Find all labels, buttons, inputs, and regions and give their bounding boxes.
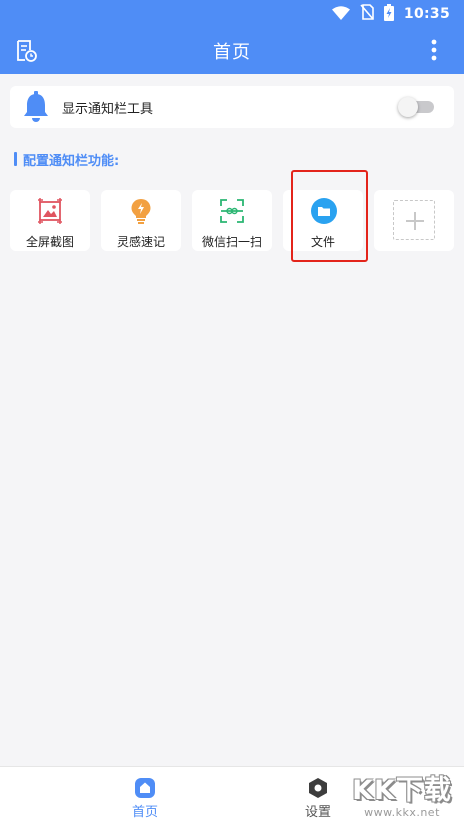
watermark-main: KK下载	[352, 774, 452, 806]
tool-label: 全屏截图	[25, 235, 74, 249]
wifi-icon	[331, 5, 350, 24]
tool-tile-screenshot[interactable]: 全屏截图	[10, 190, 90, 251]
tool-label: 微信扫一扫	[201, 235, 262, 249]
add-tool-tile[interactable]	[374, 190, 454, 251]
add-tool-box	[393, 200, 435, 240]
no-sim-icon	[360, 4, 374, 24]
section-title: 配置通知栏功能:	[23, 153, 120, 169]
status-time: 10:35	[403, 6, 450, 22]
more-vertical-icon[interactable]	[422, 39, 446, 63]
status-icons: 10:35	[331, 2, 450, 26]
watermark: KK下载 www.kkx.net	[340, 770, 464, 824]
app-bar: 首页	[0, 28, 464, 74]
bell-icon	[22, 91, 50, 123]
lightbulb-icon	[129, 198, 153, 224]
tool-tile-inspiration-note[interactable]: 灵感速记	[101, 190, 181, 251]
watermark-url: www.kkx.net	[364, 805, 440, 819]
nav-item-home[interactable]: 首页	[105, 767, 185, 824]
tool-tile-wechat-scan[interactable]: 微信扫一扫	[192, 190, 272, 251]
section-heading: 配置通知栏功能:	[14, 150, 120, 169]
plus-icon	[406, 212, 424, 230]
highlight-box	[291, 170, 368, 262]
home-icon	[134, 777, 156, 799]
nav-label: 首页	[131, 805, 158, 820]
scan-icon	[220, 198, 244, 224]
status-bar: 10:35	[0, 0, 464, 28]
notification-toggle-label: 显示通知栏工具	[62, 102, 154, 117]
notification-toggle-switch[interactable]	[398, 97, 434, 117]
settings-hexagon-icon	[307, 777, 329, 799]
tool-label: 灵感速记	[116, 235, 165, 249]
screenshot-image-icon	[38, 198, 62, 224]
switch-knob	[398, 97, 418, 117]
page-title: 首页	[213, 42, 251, 63]
notification-toggle-card: 显示通知栏工具	[10, 86, 454, 128]
section-accent-bar	[14, 152, 17, 166]
battery-charging-icon	[383, 3, 394, 25]
